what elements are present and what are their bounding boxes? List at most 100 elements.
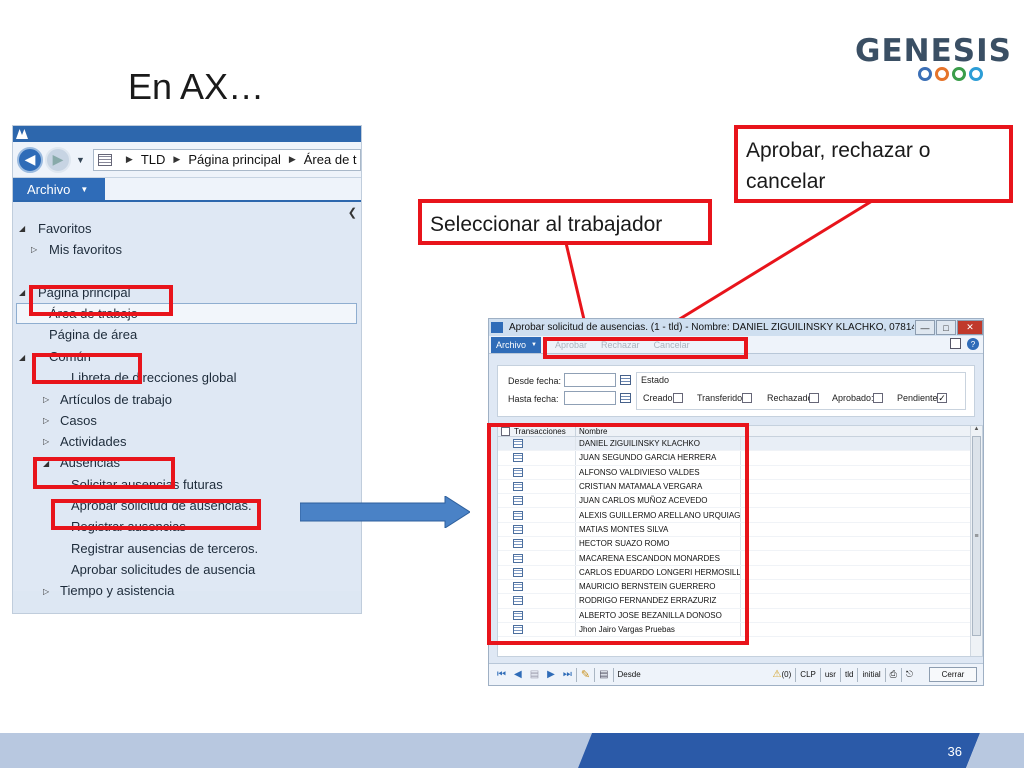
- creado-checkbox[interactable]: [673, 393, 683, 403]
- calendar-icon[interactable]: [620, 393, 631, 403]
- highlight-worker-list: [487, 423, 749, 645]
- highlight-action-buttons: [543, 337, 748, 359]
- collapsed-triangle-icon[interactable]: ▷: [31, 245, 37, 254]
- page-number: 36: [947, 744, 962, 759]
- status-currency: CLP: [800, 670, 816, 679]
- grid-icon: [97, 153, 112, 166]
- address-bar: ◀ ▶ ▼ ▶ TLD ▶ Página principal ▶ Área de…: [13, 142, 361, 178]
- flow-arrow-icon: [300, 496, 470, 528]
- slide: En AX… GENESIS ◀ ▶ ▼ ▶ TLD ▶ Página prin…: [0, 0, 1024, 768]
- document-icon[interactable]: ▤: [599, 669, 608, 680]
- status-user: usr: [824, 670, 836, 679]
- breadcrumb-item-area[interactable]: Área de t: [304, 152, 357, 167]
- scrollbar-thumb[interactable]: ≡: [972, 436, 981, 636]
- expanded-triangle-icon[interactable]: ◢: [19, 353, 25, 362]
- first-record-icon[interactable]: ⏮: [497, 669, 506, 680]
- navigation-tree: ❮ ◢ Favoritos ▷ Mis favoritos ◢ Página p…: [13, 202, 361, 598]
- status-alerts: (0): [781, 670, 792, 679]
- aprobado-checkbox[interactable]: [873, 393, 883, 403]
- status-company: tld: [844, 670, 854, 679]
- back-button[interactable]: ◀: [17, 146, 43, 173]
- history-dropdown-icon[interactable]: ▼: [76, 155, 85, 165]
- nav-item-pagina-area[interactable]: Página de área: [49, 327, 137, 342]
- layout-icon[interactable]: [950, 338, 961, 349]
- expanded-triangle-icon[interactable]: ◢: [19, 224, 25, 233]
- filter-panel: Desde fecha: Hasta fecha: Estado Creado:…: [497, 365, 975, 417]
- hasta-fecha-input[interactable]: [564, 391, 616, 405]
- footer-band: [0, 733, 1024, 768]
- close-icon[interactable]: ✕: [957, 320, 983, 335]
- nav-item-mis-favoritos[interactable]: Mis favoritos: [49, 242, 122, 257]
- hasta-fecha-label: Hasta fecha:: [508, 394, 559, 404]
- help-icon[interactable]: ?: [967, 338, 979, 350]
- highlight-pagina-principal: [29, 285, 173, 316]
- minimize-icon[interactable]: —: [915, 320, 935, 335]
- pendiente-label: Pendiente:: [897, 393, 941, 403]
- list-icon[interactable]: ▤: [530, 669, 539, 680]
- form-archivo-button[interactable]: Archivo ▼: [491, 336, 541, 353]
- estado-group: Estado Creado: Transferido: Rechazado: A…: [636, 372, 966, 410]
- last-record-icon[interactable]: ⏭: [563, 669, 572, 680]
- previous-record-icon[interactable]: ◀: [514, 669, 522, 680]
- form-archivo-label: Archivo: [496, 339, 527, 350]
- creado-label: Creado:: [643, 393, 676, 403]
- close-form-icon[interactable]: ⎋: [906, 669, 913, 680]
- vertical-scrollbar[interactable]: ▲ ≡: [970, 426, 982, 656]
- form-window-icon: [491, 322, 503, 333]
- calendar-icon[interactable]: [620, 375, 631, 385]
- desde-fecha-input[interactable]: [564, 373, 616, 387]
- edit-pencil-icon[interactable]: ✎: [581, 668, 590, 681]
- print-icon[interactable]: ⎙: [890, 669, 897, 680]
- collapsed-triangle-icon[interactable]: ▷: [43, 587, 49, 596]
- logo-rings: [918, 67, 995, 81]
- breadcrumb-item-company[interactable]: TLD: [141, 152, 166, 167]
- collapse-pane-icon[interactable]: ❮: [348, 206, 357, 219]
- rechazado-label: Rechazado:: [767, 393, 816, 403]
- nav-item-actividades[interactable]: Actividades: [60, 434, 126, 449]
- pendiente-checkbox[interactable]: ✓: [937, 393, 947, 403]
- genesis-logo: GENESIS: [855, 33, 1012, 84]
- nav-item-tiempo[interactable]: Tiempo y asistencia: [60, 583, 174, 598]
- status-bar: ⏮ ◀ ▤ ▶ ⏭ ✎ ▤ Desde ⚠ (0) CLP usr tld in…: [489, 663, 983, 685]
- transferido-checkbox[interactable]: [742, 393, 752, 403]
- nav-item-favoritos[interactable]: Favoritos: [38, 221, 91, 236]
- chevron-down-icon: ▼: [80, 184, 89, 194]
- nav-item-articulos[interactable]: Artículos de trabajo: [60, 392, 172, 407]
- callout-select-worker: Seleccionar al trabajador: [418, 199, 712, 245]
- logo-text: GENESIS: [855, 33, 1012, 69]
- alert-bell-icon[interactable]: ⚠: [773, 669, 782, 680]
- expanded-triangle-icon[interactable]: ◢: [19, 288, 25, 297]
- ax-titlebar: [13, 126, 361, 142]
- collapsed-triangle-icon[interactable]: ▷: [43, 437, 49, 446]
- rechazado-checkbox[interactable]: [809, 393, 819, 403]
- callout-approve-reject: Aprobar, rechazar o cancelar: [734, 125, 1013, 203]
- form-titlebar: Aprobar solicitud de ausencias. (1 - tld…: [489, 319, 983, 336]
- ribbon-tabs: Archivo ▼: [13, 178, 361, 202]
- nav-item-aprobar-solicitudes[interactable]: Aprobar solicitudes de ausencia: [71, 562, 255, 577]
- transferido-label: Transferido:: [697, 393, 745, 403]
- collapsed-triangle-icon[interactable]: ▷: [43, 395, 49, 404]
- archivo-label: Archivo: [27, 181, 71, 197]
- archivo-menu-button[interactable]: Archivo ▼: [13, 178, 105, 200]
- next-record-icon[interactable]: ▶: [547, 669, 555, 680]
- highlight-comun: [32, 353, 142, 384]
- aprobado-label: Aprobado:: [832, 393, 874, 403]
- status-desde: Desde: [617, 670, 641, 679]
- breadcrumb-item-home[interactable]: Página principal: [188, 152, 281, 167]
- forward-button[interactable]: ▶: [45, 146, 71, 173]
- desde-fecha-label: Desde fecha:: [508, 376, 562, 386]
- form-window-title: Aprobar solicitud de ausencias. (1 - tld…: [509, 322, 914, 333]
- collapsed-triangle-icon[interactable]: ▷: [43, 416, 49, 425]
- estado-label: Estado: [641, 375, 670, 385]
- nav-item-casos[interactable]: Casos: [60, 413, 97, 428]
- breadcrumb[interactable]: ▶ TLD ▶ Página principal ▶ Área de t: [92, 148, 361, 171]
- nav-item-registrar-terceros[interactable]: Registrar ausencias de terceros.: [71, 541, 258, 556]
- maximize-icon[interactable]: □: [936, 320, 956, 335]
- highlight-aprobar-solicitud: [51, 499, 261, 530]
- slide-title: En AX…: [128, 66, 265, 107]
- chevron-down-icon: ▼: [531, 341, 537, 348]
- status-partition: initial: [862, 670, 881, 679]
- ax-app-icon: [16, 129, 28, 139]
- cerrar-button[interactable]: Cerrar: [929, 667, 977, 682]
- highlight-ausencias: [33, 457, 175, 489]
